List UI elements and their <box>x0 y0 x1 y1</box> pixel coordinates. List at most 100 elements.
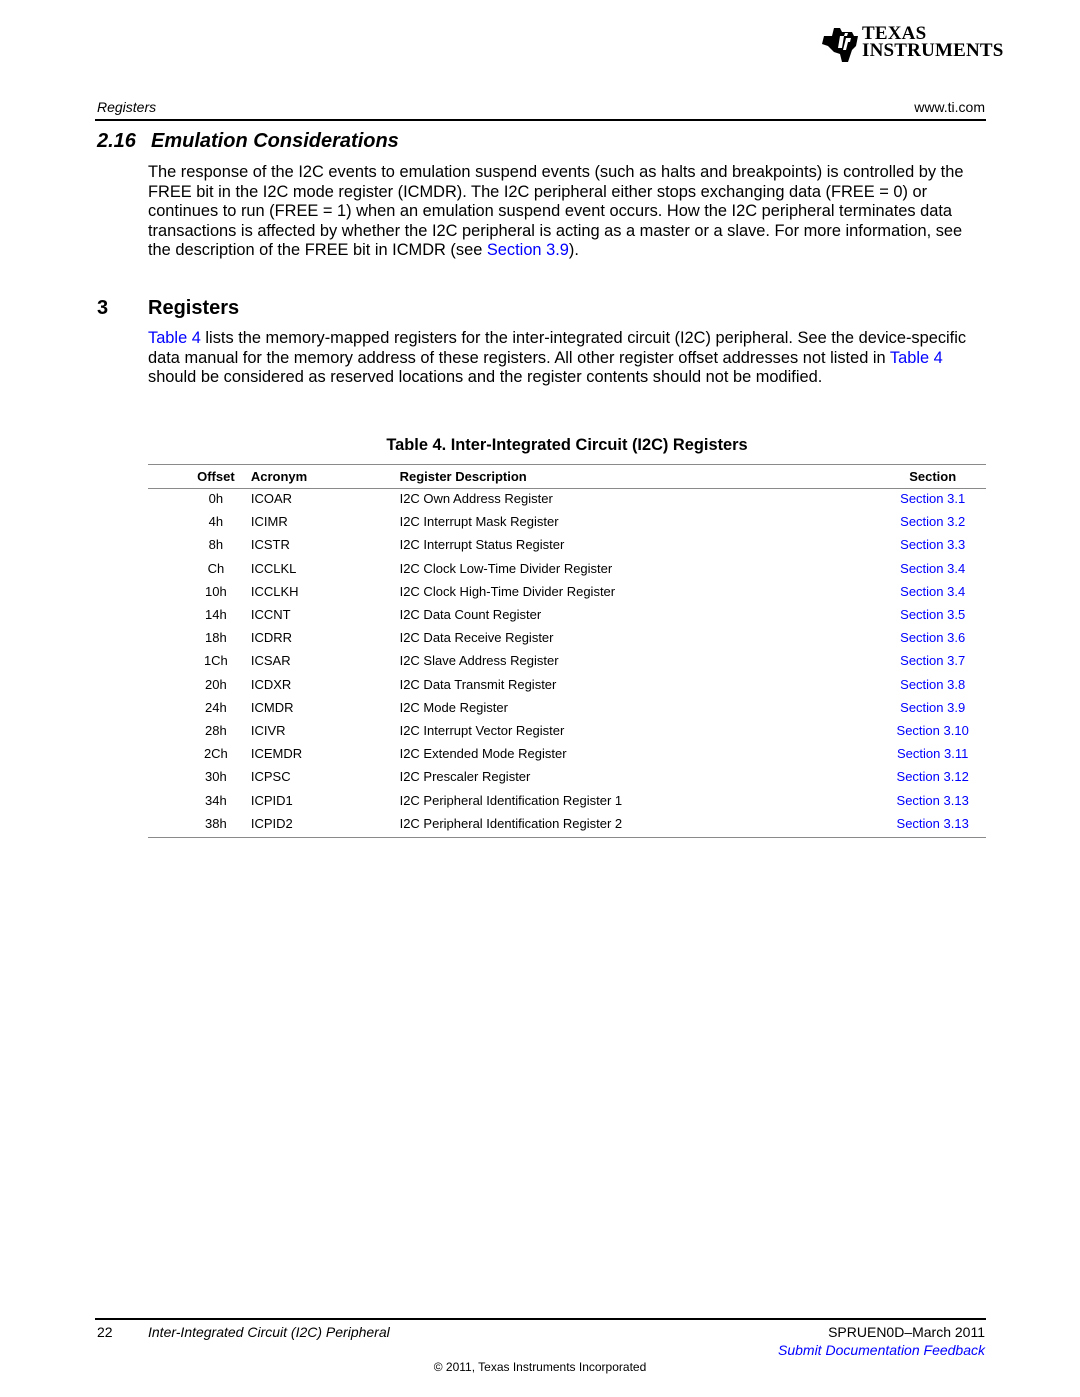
website-link[interactable]: www.ti.com <box>914 99 985 115</box>
description-cell: I2C Data Count Register <box>400 603 880 626</box>
section-link[interactable]: Section 3.3 <box>900 537 965 552</box>
section-link-cell: Section 3.6 <box>879 626 986 649</box>
table-row: 0h ICOAR I2C Own Address Register Section 3… <box>148 487 986 510</box>
acronym-cell: ICDXR <box>243 673 400 696</box>
acronym: ICPID2 <box>250 815 293 831</box>
offset-cell: 30h <box>148 765 243 788</box>
offset-cell: 0h <box>148 487 243 510</box>
section-link-cell: Section 3.3 <box>879 533 986 556</box>
table-row: 4h ICIMR I2C Interrupt Mask Register Sectio… <box>148 510 986 533</box>
section-3-9-link[interactable]: Section 3.9 <box>487 241 569 259</box>
offset: Ch <box>207 560 225 576</box>
section-link[interactable]: Section 3.5 <box>900 607 965 622</box>
description: I2C Peripheral Identification Register 2 <box>399 815 623 831</box>
table-row: 1Ch ICSAR I2C Slave Address Register Sectio… <box>148 649 986 672</box>
offset-cell: 38h <box>148 812 243 835</box>
section-link-cell: Section 3.7 <box>879 649 986 672</box>
description-cell: I2C Peripheral Identification Register 1 <box>400 788 880 811</box>
table-row: 2Ch ICEMDR I2C Extended Mode Register Secti… <box>148 742 986 765</box>
description-cell: I2C Prescaler Register <box>400 765 880 788</box>
offset: 20h <box>205 676 227 692</box>
description: I2C Interrupt Vector Register <box>399 722 565 738</box>
acronym-cell: ICPSC <box>243 765 400 788</box>
acronym: ICOAR <box>250 491 293 507</box>
description: I2C Clock High-Time Divider Register <box>399 583 616 599</box>
acronym-cell: ICSTR <box>243 533 400 556</box>
column-header-offset: Offset <box>148 465 243 487</box>
offset-cell: 28h <box>148 719 243 742</box>
section-link[interactable]: Section 3.13 <box>897 816 969 831</box>
acronym: ICSTR <box>250 537 290 553</box>
acronym: ICDRR <box>250 630 293 646</box>
offset: 14h <box>205 607 227 623</box>
description-cell: I2C Data Receive Register <box>400 626 880 649</box>
column-header-description: Register Description <box>399 468 527 484</box>
section-link[interactable]: Section 3.6 <box>900 630 965 645</box>
description: I2C Slave Address Register <box>399 653 559 669</box>
emulation-paragraph: The response of the I2C events to emulat… <box>148 163 988 261</box>
acronym-cell: ICIMR <box>243 510 400 533</box>
offset-cell: 14h <box>148 603 243 626</box>
offset: 1Ch <box>203 653 228 669</box>
acronym: ICMDR <box>250 699 294 715</box>
section-link[interactable]: Section 3.9 <box>900 700 965 715</box>
acronym: ICDXR <box>250 676 292 692</box>
section-link[interactable]: Section 3.1 <box>900 491 965 506</box>
section-link[interactable]: Section 3.4 <box>900 561 965 576</box>
acronym-cell: ICOAR <box>243 487 400 510</box>
description-cell: I2C Clock Low-Time Divider Register <box>400 557 880 580</box>
description: I2C Extended Mode Register <box>399 746 567 762</box>
table-4-link[interactable]: Table 4 <box>890 349 943 367</box>
section-link[interactable]: Section 3.13 <box>897 793 969 808</box>
section-link[interactable]: Section 3.12 <box>897 769 969 784</box>
header-rule <box>95 119 986 121</box>
acronym-cell: ICCLKH <box>243 580 400 603</box>
section-link[interactable]: Section 3.7 <box>900 653 965 668</box>
description-cell: I2C Interrupt Status Register <box>400 533 880 556</box>
section-number: 3 <box>97 297 109 319</box>
description: I2C Interrupt Status Register <box>399 537 565 553</box>
acronym-cell: ICCNT <box>243 603 400 626</box>
table-row: 38h ICPID2 I2C Peripheral Identification R… <box>148 812 986 835</box>
section-link[interactable]: Section 3.11 <box>897 746 968 761</box>
footer-rule <box>95 1318 986 1320</box>
section-number: 2.16 <box>97 130 136 152</box>
running-header-section: Registers <box>97 99 157 115</box>
description: I2C Data Receive Register <box>399 630 554 646</box>
copyright: © 2011, Texas Instruments Incorporated <box>433 1360 647 1374</box>
description-cell: I2C Own Address Register <box>400 487 880 510</box>
table-4-link[interactable]: Table 4 <box>148 329 201 347</box>
acronym: ICSAR <box>250 653 291 669</box>
offset: 34h <box>205 792 227 808</box>
offset: 30h <box>205 769 227 785</box>
table-row: 10h ICCLKH I2C Clock High-Time Divider Reg… <box>148 580 986 603</box>
submit-feedback-link[interactable]: Submit Documentation Feedback <box>778 1342 985 1358</box>
footer-doc-title: Inter-Integrated Circuit (I2C) Periphera… <box>148 1324 390 1340</box>
section-title: Emulation Considerations <box>151 130 399 152</box>
description-cell: I2C Clock High-Time Divider Register <box>400 580 880 603</box>
table-body: 0h ICOAR I2C Own Address Register Section 3… <box>148 487 986 835</box>
acronym-cell: ICDRR <box>243 626 400 649</box>
column-header-section: Section <box>909 468 957 484</box>
section-link[interactable]: Section 3.2 <box>900 514 965 529</box>
acronym-cell: ICPID1 <box>243 788 400 811</box>
registers-table: Offset Acronym Register Description Sect… <box>148 465 986 835</box>
table-row: Ch ICCLKL I2C Clock Low-Time Divider Regis… <box>148 557 986 580</box>
acronym-cell: ICSAR <box>243 649 400 672</box>
acronym: ICIVR <box>250 722 286 738</box>
table-row: 14h ICCNT I2C Data Count Register Section 3… <box>148 603 986 626</box>
acronym: ICPID1 <box>250 792 293 808</box>
section-link-cell: Section 3.9 <box>879 696 986 719</box>
offset: 10h <box>205 583 227 599</box>
section-link[interactable]: Section 3.8 <box>900 677 965 692</box>
table-row: 24h ICMDR I2C Mode Register Section 3.9 <box>148 696 986 719</box>
description-cell: I2C Slave Address Register <box>400 649 880 672</box>
acronym-cell: ICPID2 <box>243 812 400 835</box>
section-link[interactable]: Section 3.4 <box>900 584 965 599</box>
description-cell: I2C Mode Register <box>400 696 880 719</box>
column-header-acronym: Acronym <box>250 468 308 484</box>
section-link-cell: Section 3.4 <box>879 580 986 603</box>
acronym-cell: ICCLKL <box>243 557 400 580</box>
section-link-cell: Section 3.4 <box>879 557 986 580</box>
section-link[interactable]: Section 3.10 <box>897 723 969 738</box>
